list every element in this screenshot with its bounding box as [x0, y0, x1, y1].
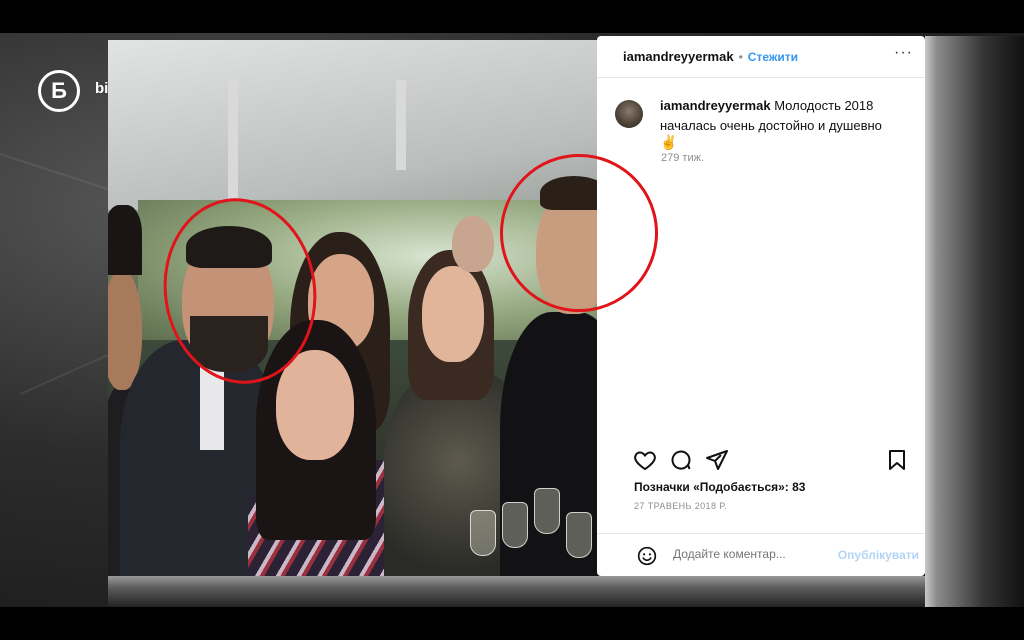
- letterbox-bottom: [0, 607, 1024, 640]
- heart-icon[interactable]: [633, 448, 657, 472]
- champagne-glass: [502, 502, 528, 548]
- frame-shadow-bottom: [108, 576, 925, 607]
- caption-username[interactable]: iamandreyyermak: [660, 98, 771, 113]
- bihus-logo: Б: [38, 70, 80, 112]
- comment-input[interactable]: [673, 547, 823, 561]
- letterbox-top: [0, 0, 1024, 33]
- party-photo: [108, 40, 628, 585]
- champagne-glass: [534, 488, 560, 534]
- separator-dot: •: [738, 49, 743, 64]
- follow-button[interactable]: Стежити: [748, 50, 798, 64]
- victory-hand-emoji: ✌: [660, 134, 678, 150]
- frame-shadow-right: [925, 36, 1024, 607]
- bookmark-icon[interactable]: [885, 448, 909, 472]
- emoji-icon[interactable]: [637, 546, 657, 566]
- more-icon[interactable]: ···: [894, 44, 913, 62]
- post-header: iamandreyyermak • Стежити ···: [597, 36, 925, 78]
- header-username[interactable]: iamandreyyermak: [623, 49, 734, 64]
- post-caption: iamandreyyermak Молодость 2018 началась …: [660, 96, 900, 136]
- champagne-glass: [566, 512, 592, 558]
- post-date: 27 ТРАВЕНЬ 2018 Р.: [634, 501, 727, 511]
- comment-icon[interactable]: [669, 448, 693, 472]
- post-actions: [633, 448, 913, 474]
- champagne-glass: [470, 510, 496, 556]
- post-age: 279 тиж.: [661, 152, 705, 164]
- likes-count[interactable]: Позначки «Подобається»: 83: [634, 480, 805, 494]
- share-icon[interactable]: [705, 448, 729, 472]
- avatar[interactable]: [615, 100, 643, 128]
- post-comment-button[interactable]: Опублікувати: [838, 548, 919, 562]
- instagram-post-panel: iamandreyyermak • Стежити ··· iamandreyy…: [597, 36, 925, 576]
- comment-bar: Опублікувати: [597, 533, 925, 576]
